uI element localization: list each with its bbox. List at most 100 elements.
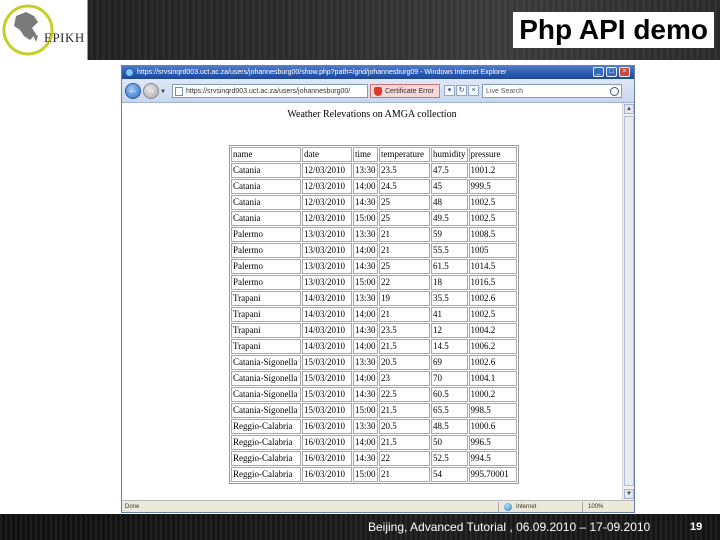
- certificate-error-label: Certificate Error: [385, 88, 435, 95]
- epikh-logo: EPIKH: [0, 0, 88, 60]
- page-heading: Weather Relevations on AMGA collection: [287, 109, 457, 120]
- table-cell-temperature: 25: [379, 211, 430, 226]
- slide-header: EPIKH Php API demo: [0, 0, 720, 60]
- table-cell-date: 13/03/2010: [302, 243, 352, 258]
- column-header: temperature: [379, 147, 430, 162]
- table-cell-date: 12/03/2010: [302, 211, 352, 226]
- table-cell-humidity: 18: [431, 275, 468, 290]
- table-cell-name: Reggio-Calabria: [231, 451, 301, 466]
- browser-window: https://srvsinqrd003.uct.ac.za/users/joh…: [121, 65, 635, 513]
- table-cell-time: 14:30: [353, 259, 378, 274]
- search-icon[interactable]: [610, 87, 619, 96]
- vertical-scrollbar[interactable]: ▲ ▼: [622, 103, 634, 500]
- footer-text: Beijing, Advanced Tutorial , 06.09.2010 …: [368, 520, 651, 534]
- table-row: Trapani 14/03/2010 14:00 21 41 1002.5: [231, 307, 517, 322]
- table-cell-temperature: 20.5: [379, 355, 430, 370]
- table-cell-humidity: 52.5: [431, 451, 468, 466]
- table-cell-time: 14:30: [353, 387, 378, 402]
- table-cell-temperature: 22.5: [379, 387, 430, 402]
- table-cell-pressure: 995.70001: [468, 467, 517, 482]
- scroll-thumb[interactable]: [624, 116, 634, 486]
- address-bar[interactable]: https://srvsinqrd003.uct.ac.za/users/joh…: [172, 84, 368, 98]
- table-header-row: name date time temperature humidity pres…: [231, 147, 517, 162]
- scroll-up-button[interactable]: ▲: [624, 104, 634, 114]
- table-cell-temperature: 23.5: [379, 323, 430, 338]
- maximize-button[interactable]: □: [606, 67, 617, 77]
- table-cell-time: 15:00: [353, 467, 378, 482]
- table-cell-pressure: 1000.2: [468, 387, 517, 402]
- table-cell-name: Palermo: [231, 243, 301, 258]
- table-cell-time: 14:00: [353, 371, 378, 386]
- table-cell-date: 13/03/2010: [302, 227, 352, 242]
- right-arrow-icon: →: [146, 85, 156, 96]
- refresh-button[interactable]: ↻: [456, 85, 467, 96]
- table-cell-time: 14:00: [353, 339, 378, 354]
- table-cell-time: 14:30: [353, 195, 378, 210]
- table-row: Trapani 14/03/2010 14:30 23.5 12 1004.2: [231, 323, 517, 338]
- table-cell-time: 14:30: [353, 451, 378, 466]
- table-cell-date: 14/03/2010: [302, 307, 352, 322]
- table-cell-temperature: 21: [379, 467, 430, 482]
- address-dropdown-button[interactable]: ▾: [444, 85, 455, 96]
- back-button[interactable]: ←: [125, 83, 141, 99]
- table-cell-date: 15/03/2010: [302, 387, 352, 402]
- column-header: time: [353, 147, 378, 162]
- table-cell-pressure: 1006.2: [468, 339, 517, 354]
- table-cell-name: Trapani: [231, 339, 301, 354]
- table-cell-name: Palermo: [231, 259, 301, 274]
- page-icon: [175, 87, 183, 96]
- table-cell-pressure: 1002.6: [468, 355, 517, 370]
- column-header: name: [231, 147, 301, 162]
- certificate-error-button[interactable]: Certificate Error: [370, 84, 440, 98]
- zoom-level[interactable]: 100%: [588, 502, 603, 512]
- close-button[interactable]: ×: [619, 67, 630, 77]
- table-cell-humidity: 50: [431, 435, 468, 450]
- table-cell-date: 12/03/2010: [302, 195, 352, 210]
- scroll-down-button[interactable]: ▼: [624, 489, 634, 499]
- table-cell-humidity: 55.5: [431, 243, 468, 258]
- table-cell-temperature: 23.5: [379, 163, 430, 178]
- table-cell-time: 14:00: [353, 179, 378, 194]
- table-row: Palermo 13/03/2010 15:00 22 18 1016.5: [231, 275, 517, 290]
- table-cell-date: 16/03/2010: [302, 419, 352, 434]
- table-cell-name: Reggio-Calabria: [231, 419, 301, 434]
- column-header: date: [302, 147, 352, 162]
- table-row: Catania-Sigonella 15/03/2010 14:30 22.5 60.5…: [231, 387, 517, 402]
- table-cell-humidity: 48.5: [431, 419, 468, 434]
- page-number: 19: [690, 521, 703, 533]
- slide: EPIKH Php API demo https://srvsinqrd003.…: [0, 0, 720, 540]
- table-row: Catania 12/03/2010 14:00 24.5 45 999.5: [231, 179, 517, 194]
- table-cell-humidity: 41: [431, 307, 468, 322]
- minimize-button[interactable]: _: [593, 67, 604, 77]
- table-cell-name: Catania: [231, 179, 301, 194]
- table-cell-name: Trapani: [231, 291, 301, 306]
- table-cell-date: 15/03/2010: [302, 355, 352, 370]
- table-cell-time: 15:00: [353, 211, 378, 226]
- table-cell-humidity: 60.5: [431, 387, 468, 402]
- table-cell-date: 14/03/2010: [302, 339, 352, 354]
- forward-button[interactable]: →: [143, 83, 159, 99]
- table-cell-date: 12/03/2010: [302, 163, 352, 178]
- table-cell-temperature: 23: [379, 371, 430, 386]
- table-cell-name: Catania-Sigonella: [231, 387, 301, 402]
- window-title: https://srvsinqrd003.uct.ac.za/users/joh…: [137, 69, 507, 76]
- table-cell-pressure: 996.5: [468, 435, 517, 450]
- page-content: Weather Relevations on AMGA collection n…: [122, 103, 622, 500]
- table-row: Catania 12/03/2010 14:30 25 48 1002.5: [231, 195, 517, 210]
- table-cell-humidity: 59: [431, 227, 468, 242]
- table-cell-pressure: 1014.5: [468, 259, 517, 274]
- search-input[interactable]: Live Search: [482, 84, 622, 98]
- table-cell-pressure: 999.5: [468, 179, 517, 194]
- table-cell-time: 13:30: [353, 163, 378, 178]
- table-row: Reggio-Calabria 16/03/2010 14:00 21.5 50 996.…: [231, 435, 517, 450]
- stop-button[interactable]: ×: [468, 85, 479, 96]
- table-cell-humidity: 47.5: [431, 163, 468, 178]
- table-cell-pressure: 1002.5: [468, 211, 517, 226]
- history-dropdown-icon[interactable]: ▼: [160, 89, 166, 95]
- table-cell-humidity: 69: [431, 355, 468, 370]
- status-divider: [582, 502, 583, 512]
- table-cell-humidity: 54: [431, 467, 468, 482]
- table-cell-pressure: 998.5: [468, 403, 517, 418]
- table-row: Trapani 14/03/2010 14:00 21.5 14.5 1006.2: [231, 339, 517, 354]
- table-cell-name: Catania: [231, 195, 301, 210]
